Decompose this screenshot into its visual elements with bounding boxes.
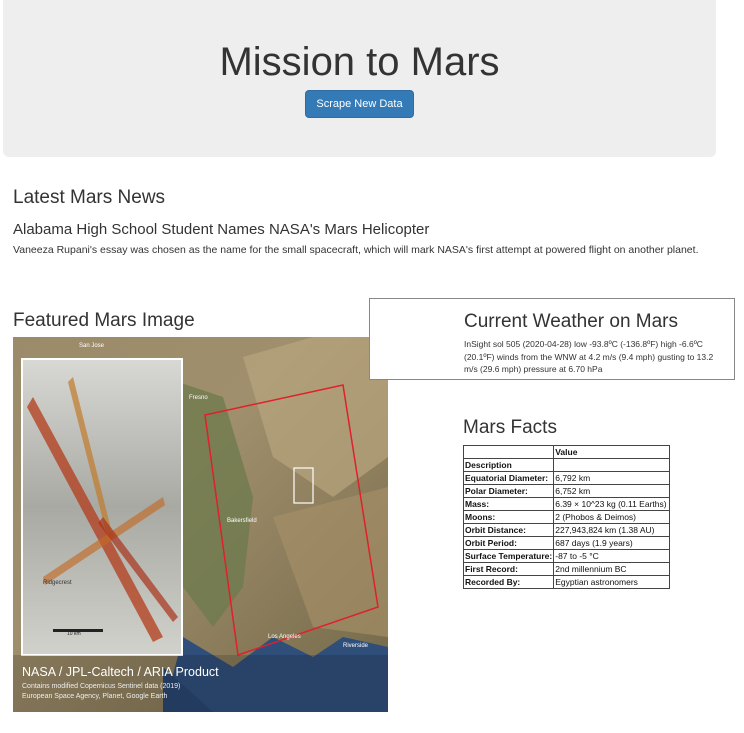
fact-value: 6.39 × 10^23 kg (0.11 Earths) xyxy=(553,497,671,511)
table-row: Polar Diameter: 6,752 km xyxy=(462,484,671,498)
table-row: First Record: 2nd millennium BC xyxy=(462,562,671,576)
featured-image-graphic xyxy=(13,337,388,712)
map-label-riverside: Riverside xyxy=(343,643,369,649)
table-row: Moons: 2 (Phobos & Deimos) xyxy=(462,510,671,524)
fact-value: Egyptian astronomers xyxy=(553,575,671,589)
facts-heading: Mars Facts xyxy=(463,417,557,438)
fact-label: Equatorial Diameter: xyxy=(462,471,555,485)
fact-label: Moons: xyxy=(462,510,555,524)
jumbotron-header: Mission to Mars Scrape New Data xyxy=(3,0,716,157)
map-label-ridgecrest: Ridgecrest xyxy=(43,580,72,586)
news-paragraph: Vaneeza Rupani's essay was chosen as the… xyxy=(13,244,699,256)
table-row: Orbit Period: 687 days (1.9 years) xyxy=(462,536,671,550)
fact-value: 2 (Phobos & Deimos) xyxy=(553,510,671,524)
fact-value: -87 to -5 °C xyxy=(553,549,671,563)
fact-label: Surface Temperature: xyxy=(462,549,555,563)
image-credit-line-1: Contains modified Copernicus Sentinel da… xyxy=(22,683,181,690)
map-label-san-jose: San Jose xyxy=(79,343,105,349)
news-title: Alabama High School Student Names NASA's… xyxy=(13,221,430,238)
weather-panel: Current Weather on Mars InSight sol 505 … xyxy=(369,298,735,380)
table-column-header: Value xyxy=(553,445,671,459)
table-index-row: Description xyxy=(462,458,671,472)
image-caption: NASA / JPL-Caltech / ARIA Product xyxy=(22,665,219,679)
table-row: Mass: 6.39 × 10^23 kg (0.11 Earths) xyxy=(462,497,671,511)
featured-mars-image[interactable]: NASA / JPL-Caltech / ARIA Product Contai… xyxy=(13,337,388,712)
weather-heading: Current Weather on Mars xyxy=(464,311,679,332)
table-row: Recorded By: Egyptian astronomers xyxy=(462,575,671,589)
map-label-bakersfield: Bakersfield xyxy=(227,518,257,524)
fact-label: Recorded By: xyxy=(462,575,555,589)
map-scale-label: 10 km xyxy=(67,631,81,637)
fact-label: Mass: xyxy=(462,497,555,511)
fact-label: Polar Diameter: xyxy=(462,484,555,498)
fact-label: Orbit Period: xyxy=(462,536,555,550)
map-label-fresno: Fresno xyxy=(189,395,208,401)
table-row: Orbit Distance: 227,943,824 km (1.38 AU) xyxy=(462,523,671,537)
page-title: Mission to Mars xyxy=(219,40,500,84)
fact-label: Orbit Distance: xyxy=(462,523,555,537)
table-row: Surface Temperature: -87 to -5 °C xyxy=(462,549,671,563)
featured-image-heading: Featured Mars Image xyxy=(13,310,195,331)
weather-text: InSight sol 505 (2020-04-28) low -93.8ºC… xyxy=(464,339,714,374)
fact-value: 2nd millennium BC xyxy=(553,562,671,576)
fact-value: 687 days (1.9 years) xyxy=(553,536,671,550)
table-row: Equatorial Diameter: 6,792 km xyxy=(462,471,671,485)
mars-facts-table: Value Description Equatorial Diameter: 6,… xyxy=(462,445,671,589)
news-heading: Latest Mars News xyxy=(13,187,166,208)
fact-label: First Record: xyxy=(462,562,555,576)
table-corner-cell xyxy=(462,445,555,459)
scrape-new-data-button[interactable]: Scrape New Data xyxy=(305,90,414,118)
table-row-header: Description xyxy=(462,458,555,472)
map-label-los-angeles: Los Angeles xyxy=(268,634,301,640)
fact-value: 227,943,824 km (1.38 AU) xyxy=(553,523,671,537)
image-credit-line-2: European Space Agency, Planet, Google Ea… xyxy=(22,693,168,700)
fact-value: 6,752 km xyxy=(553,484,671,498)
fact-value: 6,792 km xyxy=(553,471,671,485)
table-empty-cell xyxy=(553,458,671,472)
table-header-row: Value xyxy=(462,445,671,459)
